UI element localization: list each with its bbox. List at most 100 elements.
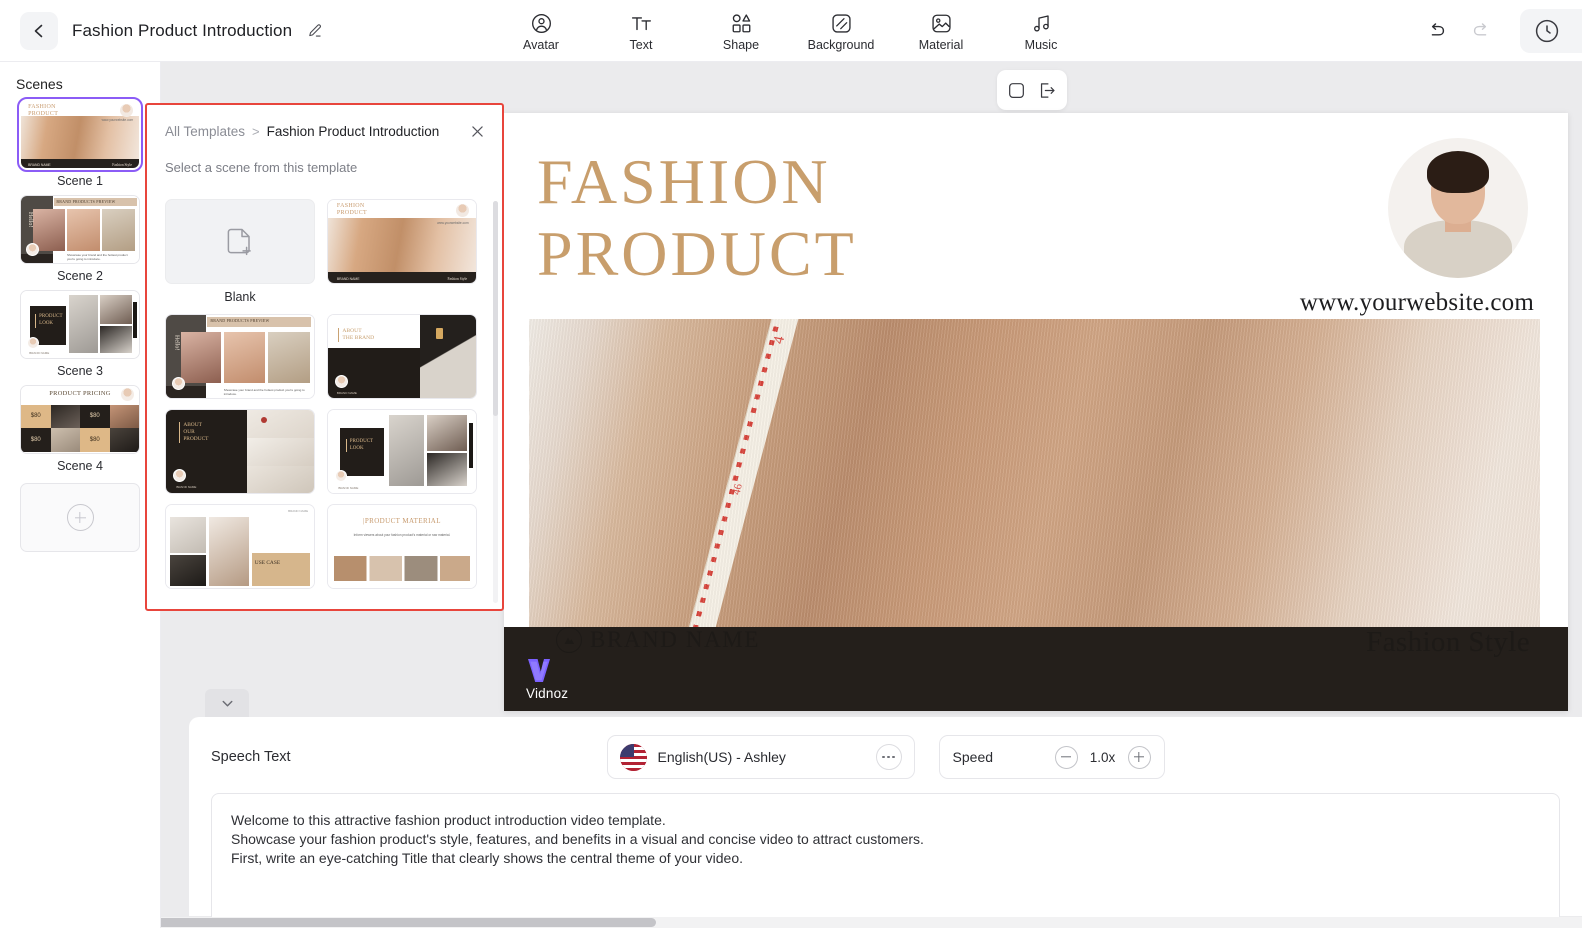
speed-increase-button[interactable] (1128, 746, 1151, 769)
tool-label: Music (1025, 38, 1058, 52)
video-canvas[interactable]: FASHION PRODUCT www.yourwebsite.com 4 46 (504, 113, 1568, 711)
scene-item[interactable]: BRAND PRODUCTS PREVIEW Hello! Showcase y… (0, 195, 160, 283)
app-root: Fashion Product Introduction Avatar Text (0, 0, 1582, 928)
scene-label: Scene 1 (57, 174, 103, 188)
speed-decrease-button[interactable] (1055, 746, 1078, 769)
horizontal-scrollbar-thumb[interactable] (96, 918, 656, 927)
close-icon (469, 123, 486, 140)
template-scrollbar-thumb[interactable] (493, 201, 498, 416)
tool-background[interactable]: Background (808, 10, 874, 52)
scene-thumbnail-3[interactable]: PRODUCTLOOK BRAND NAME (20, 290, 140, 359)
scene-item[interactable]: PRODUCT PRICING $80 $80 $80 $80 (0, 385, 160, 473)
canvas-title[interactable]: FASHION PRODUCT (537, 146, 857, 290)
avatar-hair (1427, 151, 1489, 193)
template-card-blank[interactable] (165, 199, 315, 284)
speech-controls-row: Speech Text English(US) - Ashley Speed 1… (211, 735, 1560, 779)
scene-thumbnail-1[interactable]: FASHIONPRODUCT www.yourwebsite.com BRAND… (20, 100, 140, 169)
canvas-brand[interactable]: BRAND NAME (556, 627, 760, 653)
scenes-title: Scenes (0, 76, 160, 100)
undo-button[interactable] (1426, 20, 1448, 42)
canvas-title-line1: FASHION (537, 146, 857, 218)
template-card-product-material[interactable]: |PRODUCT MATERIAL Inform viewers about y… (327, 504, 477, 589)
scene-thumb-art: FASHIONPRODUCT www.yourwebsite.com BRAND… (21, 101, 139, 168)
scene-item[interactable]: PRODUCTLOOK BRAND NAME Scene 3 (0, 290, 160, 378)
scene-list: FASHIONPRODUCT www.yourwebsite.com BRAND… (0, 100, 160, 552)
vidnoz-label: Vidnoz (526, 686, 568, 701)
speed-control: Speed 1.0x (939, 735, 1165, 779)
voice-more-options-button[interactable] (876, 744, 902, 770)
scene-thumbnail-4[interactable]: PRODUCT PRICING $80 $80 $80 $80 (20, 385, 140, 454)
header-right (1426, 0, 1582, 62)
template-card-about-brand[interactable]: ABOUTTHE BRAND BRAND NAME (327, 314, 477, 399)
tool-music[interactable]: Music (1008, 10, 1074, 52)
template-cell[interactable]: ABOUTOURPRODUCT BRAND NAME (165, 409, 315, 494)
new-document-icon (223, 225, 257, 259)
template-cell[interactable]: BRAND PRODUCTS PREVIEW Hello! Showcase y… (165, 314, 315, 399)
tool-text[interactable]: Text (608, 10, 674, 52)
template-card-brand-preview[interactable]: BRAND PRODUCTS PREVIEW Hello! Showcase y… (165, 314, 315, 399)
add-scene-item[interactable] (0, 480, 160, 552)
us-flag-icon (620, 744, 647, 771)
template-card-about-product[interactable]: ABOUTOURPRODUCT BRAND NAME (165, 409, 315, 494)
template-cell[interactable]: |PRODUCT MATERIAL Inform viewers about y… (327, 504, 477, 589)
pencil-icon (306, 22, 324, 40)
avatar-icon (530, 10, 553, 36)
breadcrumb-current: Fashion Product Introduction (267, 124, 440, 139)
back-button[interactable] (20, 12, 58, 50)
close-template-panel-button[interactable] (469, 123, 486, 140)
template-thumb-art: |PRODUCT MATERIAL Inform viewers about y… (328, 505, 476, 588)
canvas-style-text[interactable]: Fashion Style (1366, 626, 1530, 659)
account-circle-icon (1534, 18, 1560, 44)
template-caption: Blank (224, 290, 255, 304)
voice-name: English(US) - Ashley (658, 749, 786, 765)
template-panel-subtitle: Select a scene from this template (147, 140, 502, 175)
speech-script-input[interactable]: Welcome to this attractive fashion produ… (211, 793, 1560, 928)
template-cell[interactable]: ABOUTTHE BRAND BRAND NAME (327, 314, 477, 399)
tool-material[interactable]: Material (908, 10, 974, 52)
voice-selector[interactable]: English(US) - Ashley (607, 735, 915, 779)
canvas-title-line2: PRODUCT (537, 218, 857, 290)
collapse-speech-panel-button[interactable] (205, 689, 249, 717)
tool-avatar[interactable]: Avatar (508, 10, 574, 52)
template-panel: All Templates > Fashion Product Introduc… (145, 103, 504, 611)
mountain-circle-icon (556, 627, 582, 653)
template-card-product-look[interactable]: PRODUCTLOOK BRAND NAME (327, 409, 477, 494)
redo-arrow-icon (1470, 20, 1492, 42)
template-cell[interactable]: PRODUCTLOOK BRAND NAME (327, 409, 477, 494)
breadcrumb-all-templates[interactable]: All Templates (165, 124, 245, 139)
template-cell[interactable]: FASHIONPRODUCT www.yourwebsite.com BRAND… (327, 199, 477, 304)
template-cell[interactable]: USE CASEBRAND NAME (165, 504, 315, 589)
template-cell[interactable]: Blank (165, 199, 315, 304)
app-header: Fashion Product Introduction Avatar Text (0, 0, 1582, 62)
template-card-use-case[interactable]: USE CASEBRAND NAME (165, 504, 315, 589)
chevron-left-icon (31, 23, 47, 39)
account-button[interactable] (1520, 9, 1582, 53)
edit-title-button[interactable] (306, 22, 324, 40)
canvas-transition-button[interactable] (1037, 80, 1058, 101)
background-icon (830, 10, 853, 36)
plus-circle-icon (67, 504, 94, 531)
canvas-brand-name: BRAND NAME (590, 627, 760, 653)
canvas-photo[interactable]: 4 46 (529, 319, 1540, 629)
scene-thumbnail-2[interactable]: BRAND PRODUCTS PREVIEW Hello! Showcase y… (20, 195, 140, 264)
scene-label: Scene 4 (57, 459, 103, 473)
template-card-fashion-product[interactable]: FASHIONPRODUCT www.yourwebsite.com BRAND… (327, 199, 477, 284)
canvas-avatar[interactable] (1388, 138, 1528, 278)
scene-thumb-art: PRODUCT PRICING $80 $80 $80 $80 (21, 386, 139, 453)
template-thumb-art: BRAND PRODUCTS PREVIEW Hello! Showcase y… (166, 315, 314, 398)
tool-label: Material (919, 38, 963, 52)
breadcrumb-separator: > (252, 124, 260, 139)
template-breadcrumb: All Templates > Fashion Product Introduc… (147, 105, 502, 140)
tape-number-2: 46 (730, 483, 745, 496)
add-scene-button[interactable] (20, 483, 140, 552)
speech-text-label: Speech Text (211, 749, 291, 765)
redo-button[interactable] (1470, 20, 1492, 42)
template-thumb-art: PRODUCTLOOK BRAND NAME (328, 410, 476, 493)
chevron-down-icon (219, 695, 236, 712)
canvas-shape-button[interactable] (1006, 80, 1027, 101)
scene-item[interactable]: FASHIONPRODUCT www.yourwebsite.com BRAND… (0, 100, 160, 188)
canvas-website-text[interactable]: www.yourwebsite.com (1300, 289, 1534, 317)
tool-shape[interactable]: Shape (708, 10, 774, 52)
header-left: Fashion Product Introduction (0, 12, 500, 50)
tool-label: Background (808, 38, 875, 52)
